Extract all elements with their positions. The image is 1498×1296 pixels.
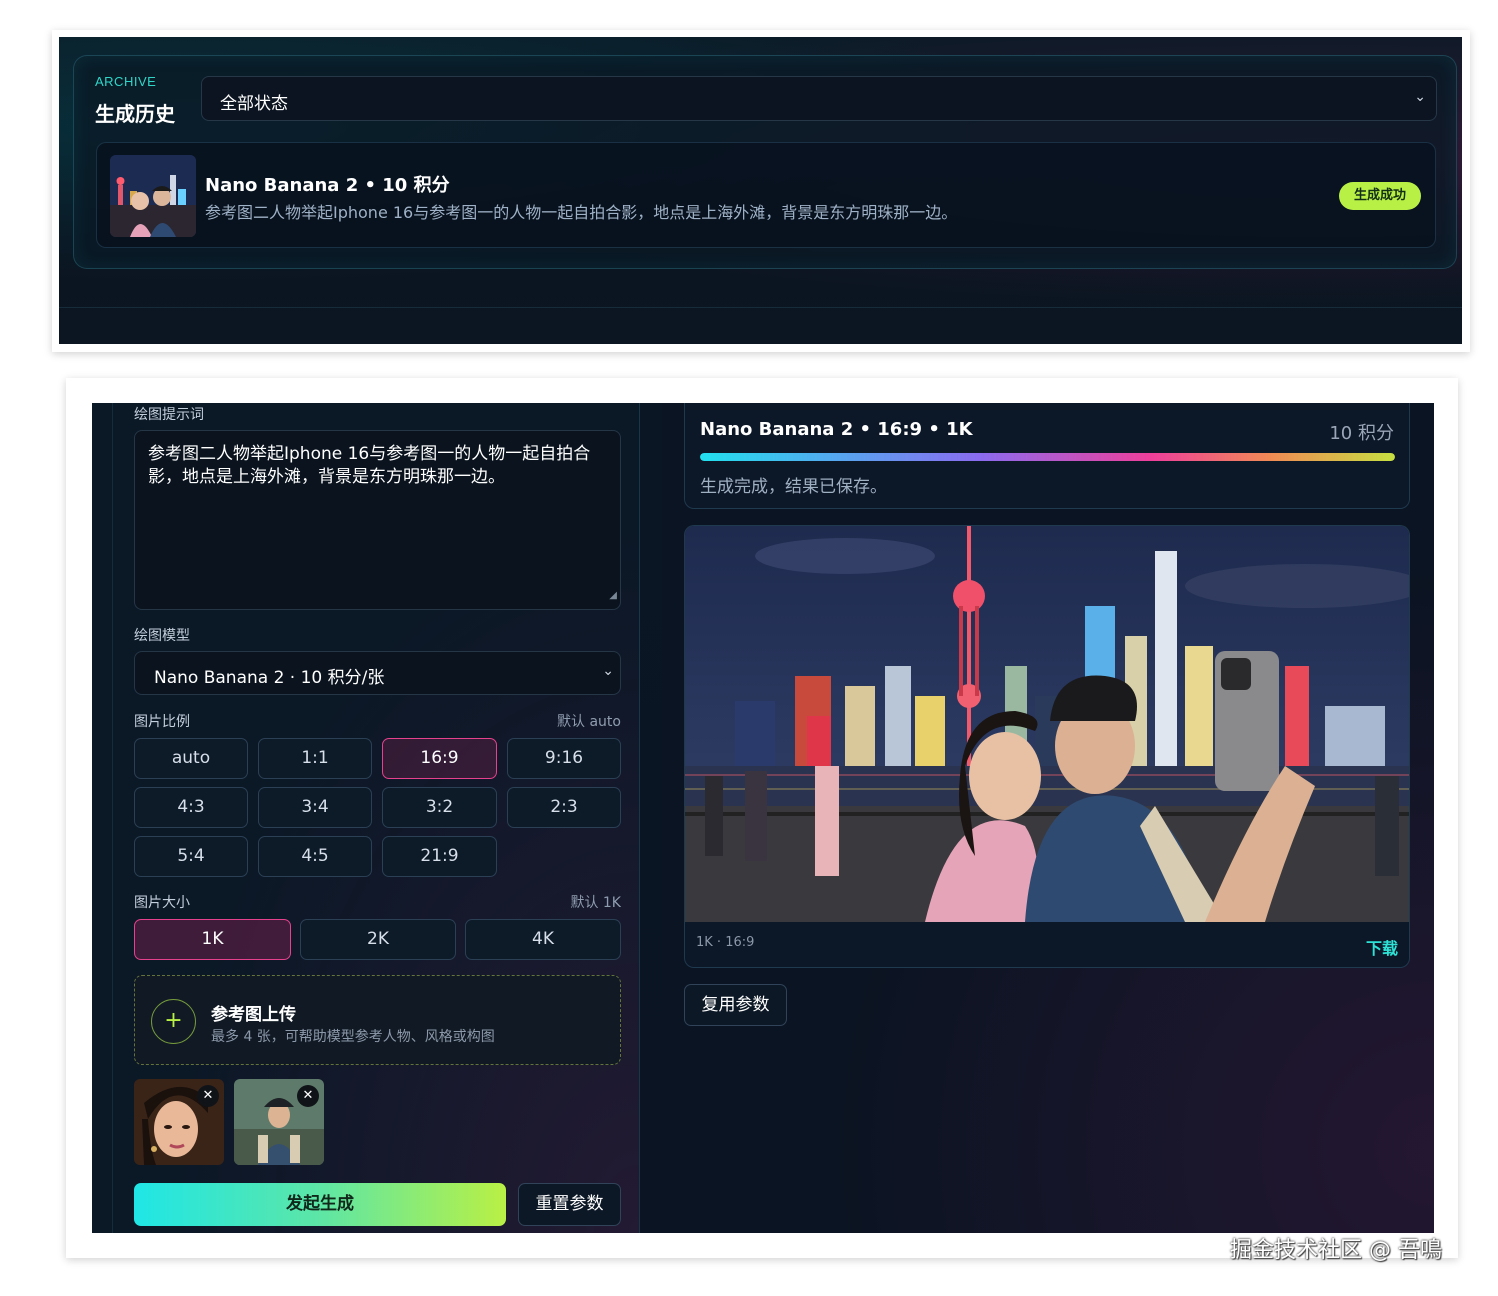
reference-image-1: ✕ <box>134 1079 224 1165</box>
archive-eyebrow: ARCHIVE <box>95 74 157 89</box>
model-select[interactable]: Nano Banana 2 · 10 积分/张 ⌄ <box>134 651 621 695</box>
remove-reference-1-button[interactable]: ✕ <box>197 1085 219 1107</box>
model-value: Nano Banana 2 · 10 积分/张 <box>154 668 385 688</box>
progress-bar-fill <box>700 453 1395 461</box>
generated-image[interactable] <box>685 526 1410 922</box>
history-title: 生成历史 <box>95 102 175 126</box>
ratio-option-4-3[interactable]: 4:3 <box>134 787 248 828</box>
size-option-1k[interactable]: 1K <box>134 919 291 960</box>
history-item[interactable]: Nano Banana 2 • 10 积分 参考图二人物举起Iphone 16与… <box>96 142 1436 248</box>
history-item-description: 参考图二人物举起Iphone 16与参考图一的人物一起自拍合影，地点是上海外滩，… <box>205 203 958 222</box>
history-thumbnail <box>110 155 196 237</box>
ratio-option-1-1[interactable]: 1:1 <box>258 738 372 779</box>
reset-params-button[interactable]: 重置参数 <box>518 1183 621 1226</box>
ratio-option-3-4[interactable]: 3:4 <box>258 787 372 828</box>
chevron-down-icon: ⌄ <box>1414 89 1426 105</box>
prompt-textarea[interactable]: 参考图二人物举起Iphone 16与参考图一的人物一起自拍合影，地点是上海外滩，… <box>134 430 621 610</box>
watermark: 掘金技术社区 @ 吾鳴 <box>1230 1238 1442 1263</box>
status-badge: 生成成功 <box>1338 182 1421 210</box>
reference-upload-dropzone[interactable]: + 参考图上传 最多 4 张，可帮助模型参考人物、风格或构图 <box>134 975 621 1065</box>
result-pane: Nano Banana 2 • 16:9 • 1K 10 积分 生成完成，结果已… <box>662 403 1434 1233</box>
ratio-option-21-9[interactable]: 21:9 <box>382 836 497 877</box>
ratio-option-16-9[interactable]: 16:9 <box>382 738 497 779</box>
generator-app: 绘图提示词 参考图二人物举起Iphone 16与参考图一的人物一起自拍合影，地点… <box>92 403 1434 1233</box>
status-filter-value: 全部状态 <box>220 94 288 114</box>
prompt-text: 参考图二人物举起Iphone 16与参考图一的人物一起自拍合影，地点是上海外滩，… <box>148 444 591 487</box>
generation-status-card: Nano Banana 2 • 16:9 • 1K 10 积分 生成完成，结果已… <box>684 403 1410 509</box>
ratio-label: 图片比例 <box>134 714 190 730</box>
size-default: 默认 1K <box>570 895 621 911</box>
ratio-option-4-5[interactable]: 4:5 <box>258 836 372 877</box>
ratio-default: 默认 auto <box>557 714 621 730</box>
status-filter-select[interactable]: 全部状态 ⌄ <box>201 76 1437 121</box>
ratio-option-3-2[interactable]: 3:2 <box>382 787 497 828</box>
resize-handle-icon[interactable]: ◢ <box>609 584 617 607</box>
status-message: 生成完成，结果已保存。 <box>700 477 887 497</box>
plus-icon: + <box>151 999 196 1044</box>
generate-button[interactable]: 发起生成 <box>134 1183 506 1226</box>
size-label: 图片大小 <box>134 895 190 911</box>
prompt-label: 绘图提示词 <box>134 407 204 423</box>
progress-bar <box>700 453 1395 461</box>
chevron-down-icon: ⌄ <box>602 663 614 679</box>
result-meta: 1K · 16:9 <box>696 935 755 950</box>
result-title: Nano Banana 2 • 16:9 • 1K <box>700 419 973 440</box>
upload-hint: 最多 4 张，可帮助模型参考人物、风格或构图 <box>211 1029 495 1045</box>
result-card: 1K · 16:9 下载 <box>684 525 1410 968</box>
history-item-title: Nano Banana 2 • 10 积分 <box>205 175 450 196</box>
history-card: ARCHIVE 生成历史 全部状态 ⌄ Nano Banana 2 • 10 积… <box>73 55 1457 269</box>
ratio-option-auto[interactable]: auto <box>134 738 248 779</box>
result-credits: 10 积分 <box>1329 423 1394 444</box>
ratio-option-9-16[interactable]: 9:16 <box>507 738 621 779</box>
upload-title: 参考图上传 <box>211 1005 296 1025</box>
reference-image-2: ✕ <box>234 1079 324 1165</box>
download-link[interactable]: 下载 <box>1366 935 1398 959</box>
remove-reference-2-button[interactable]: ✕ <box>297 1085 319 1107</box>
archive-panel: ARCHIVE 生成历史 全部状态 ⌄ Nano Banana 2 • 10 积… <box>59 37 1462 344</box>
ratio-option-2-3[interactable]: 2:3 <box>507 787 621 828</box>
size-option-4k[interactable]: 4K <box>465 919 621 960</box>
ratio-option-5-4[interactable]: 5:4 <box>134 836 248 877</box>
model-label: 绘图模型 <box>134 628 190 644</box>
generation-form: 绘图提示词 参考图二人物举起Iphone 16与参考图一的人物一起自拍合影，地点… <box>92 403 640 1233</box>
size-option-2k[interactable]: 2K <box>300 919 456 960</box>
reuse-params-button[interactable]: 复用参数 <box>684 984 787 1026</box>
